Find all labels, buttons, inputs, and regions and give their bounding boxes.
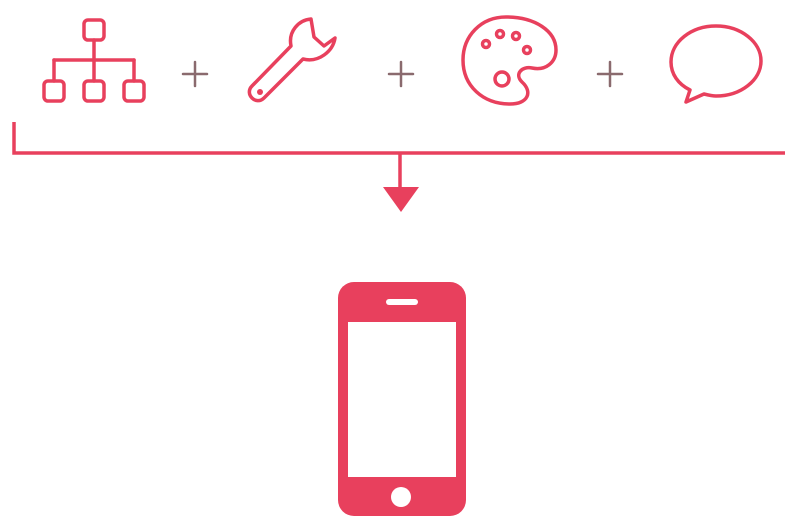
app-development-diagram: [12, 15, 785, 516]
phone-home-button: [391, 487, 411, 507]
bracket-line: [12, 122, 785, 155]
bracket-arrow: [12, 122, 785, 212]
plus-icon: [387, 60, 415, 88]
speech-bubble-icon: [669, 24, 763, 104]
phone-speaker: [386, 299, 418, 305]
wrench-icon: [247, 17, 337, 103]
phone-screen: [348, 322, 456, 477]
smartphone-icon: [338, 282, 466, 516]
plus-icon: [181, 60, 209, 88]
arrow-head: [383, 187, 419, 212]
palette-icon: [461, 15, 558, 106]
plus-icon: [596, 60, 624, 88]
sitemap-icon: [42, 18, 146, 103]
